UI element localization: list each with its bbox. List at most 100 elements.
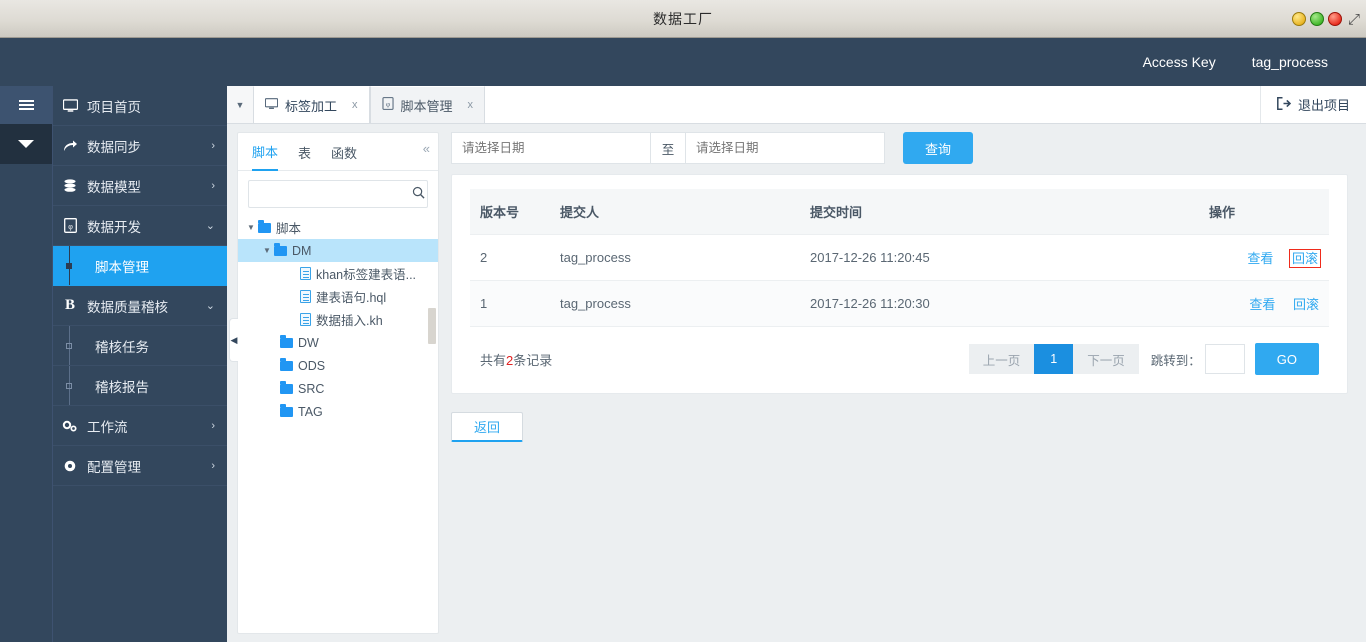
tree-scrollbar[interactable] [428,133,437,633]
monitor-icon [53,98,87,113]
left-rail [0,86,52,642]
sidebar-item-data-model[interactable]: 数据模型 › [53,166,227,206]
caret-down-icon[interactable]: ▼ [260,246,274,255]
database-icon [53,178,87,193]
tree-item-dm[interactable]: ▼ DM [238,239,438,262]
cell-submit-time: 2017-12-26 11:20:45 [800,234,1199,281]
tab-label: 脚本管理 [400,98,453,114]
search-icon[interactable] [412,186,425,202]
date-from-input[interactable] [451,132,651,164]
date-to-input[interactable] [685,132,885,164]
table-row[interactable]: 1 tag_process 2017-12-26 11:20:30 查看 回滚 [470,280,1329,327]
chevron-right-icon: › [211,419,215,432]
minimize-button[interactable] [1291,12,1306,26]
tab-script-management[interactable]: φ 脚本管理 x [369,86,486,123]
cell-version: 1 [470,280,550,327]
record-count-text: 共有2条记录 [480,350,552,369]
caret-down-icon[interactable]: ▼ [244,223,258,232]
svg-text:φ: φ [386,102,390,109]
exit-project-label: 退出项目 [1297,98,1350,113]
th-submitter: 提交人 [550,189,800,235]
tab-label: 标签加工 [285,98,338,114]
query-button[interactable]: 查询 [903,132,974,164]
next-page-button[interactable]: 下一页 [1073,344,1139,374]
script-tree-panel: ◀ 脚本 表 函数 « ▼ 脚本 ▼ DM khan标签建表语... 建表语句.… [229,132,439,634]
rollback-link[interactable]: 回滚 [1288,249,1322,268]
exit-project-button[interactable]: 退出项目 [1259,86,1366,123]
tree-item-tag[interactable]: TAG [238,400,438,423]
chevron-right-icon: › [211,179,215,192]
chevron-down-icon: ▼ [235,99,245,110]
tree-item-label: SRC [298,381,325,396]
go-button[interactable]: GO [1254,343,1319,375]
chevron-right-icon: › [211,139,215,152]
sidebar-item-label: 工作流 [87,419,128,435]
tree-item-root[interactable]: ▼ 脚本 [238,216,438,239]
tree-node-marker [66,342,72,349]
rollback-link[interactable]: 回滚 [1293,297,1319,312]
tree-item-label: DW [298,335,319,350]
tree-item-file[interactable]: 建表语句.hql [238,285,438,308]
folder-icon [280,334,293,348]
sidebar-nav: 项目首页 数据同步 › 数据模型 › φ 数据开发 ⌄ 脚本管理 B 数据质量稽… [52,86,227,642]
sidebar-collapse-toggle[interactable] [0,124,52,164]
tree-item-ods[interactable]: ODS [238,354,438,377]
sidebar-item-audit-task[interactable]: 稽核任务 [53,326,227,366]
sidebar-item-script-management[interactable]: 脚本管理 [53,246,227,286]
folder-icon [280,357,293,371]
tab-strip: ▼ 标签加工 x φ 脚本管理 x 退出项目 [227,86,1366,124]
th-version: 版本号 [470,189,550,235]
search-input[interactable] [257,187,412,201]
tree-panel-collapse-handle[interactable]: ◀ [229,318,238,362]
tree-item-dw[interactable]: DW [238,331,438,354]
close-icon[interactable]: x [468,99,474,111]
tree-item-label: 数据插入.kh [316,314,383,328]
monitor-icon [264,97,279,113]
tree-item-src[interactable]: SRC [238,377,438,400]
tab-tag-processing[interactable]: 标签加工 x [253,86,370,123]
tree-item-label: ODS [298,358,326,373]
back-button[interactable]: 返回 [451,412,524,442]
maximize-button[interactable] [1309,12,1324,26]
prev-page-button[interactable]: 上一页 [968,344,1035,374]
script-tree: ▼ 脚本 ▼ DM khan标签建表语... 建表语句.hql 数据插入.kh … [238,212,438,633]
th-submit-time: 提交时间 [800,189,1199,235]
tree-panel-tabs: 脚本 表 函数 « [238,133,438,171]
table-header: 版本号 提交人 提交时间 操作 [470,189,1329,235]
tree-tab-scripts[interactable]: 脚本 [252,132,279,171]
sidebar-item-data-quality[interactable]: B 数据质量稽核 ⌄ [53,286,227,326]
sidebar-item-label: 稽核任务 [95,339,149,355]
tree-search-box[interactable] [248,180,428,208]
expand-icon[interactable]: ⤢ [1348,12,1360,27]
svg-text:φ: φ [68,222,73,231]
tab-list-dropdown-button[interactable]: ▼ [227,86,253,123]
jump-to-input[interactable] [1204,344,1245,374]
window-controls: ⤢ [1291,0,1360,38]
access-key-value[interactable]: tag_process [1252,54,1328,70]
sidebar-item-audit-report[interactable]: 稽核报告 [53,366,227,406]
hamburger-menu-button[interactable] [0,86,52,124]
tree-scrollbar-thumb[interactable] [428,308,436,344]
app-shell: 项目首页 数据同步 › 数据模型 › φ 数据开发 ⌄ 脚本管理 B 数据质量稽… [0,86,1366,642]
file-code-icon: φ [53,218,87,233]
close-icon[interactable]: x [352,99,358,111]
sidebar-item-data-sync[interactable]: 数据同步 › [53,126,227,166]
folder-icon [280,380,293,394]
view-link[interactable]: 查看 [1247,251,1273,266]
page-1-button[interactable]: 1 [1034,344,1074,374]
sidebar-item-data-dev[interactable]: φ 数据开发 ⌄ [53,206,227,246]
sidebar-item-config-management[interactable]: 配置管理 › [53,446,227,486]
close-button[interactable] [1327,12,1342,26]
tree-item-file[interactable]: khan标签建表语... [238,262,438,285]
tree-node-marker [66,382,72,389]
table-row[interactable]: 2 tag_process 2017-12-26 11:20:45 查看 回滚 [470,234,1329,281]
tree-tab-tables[interactable]: 表 [298,133,311,170]
folder-icon [274,242,287,256]
view-link[interactable]: 查看 [1249,297,1275,312]
tree-item-file[interactable]: 数据插入.kh [238,308,438,331]
sidebar-item-home[interactable]: 项目首页 [53,86,227,126]
tree-item-label: DM [292,243,312,258]
sidebar-item-workflow[interactable]: 工作流 › [53,406,227,446]
tree-tab-functions[interactable]: 函数 [331,133,357,170]
version-table-card: 版本号 提交人 提交时间 操作 2 tag_process 2017-12-26… [451,174,1348,394]
